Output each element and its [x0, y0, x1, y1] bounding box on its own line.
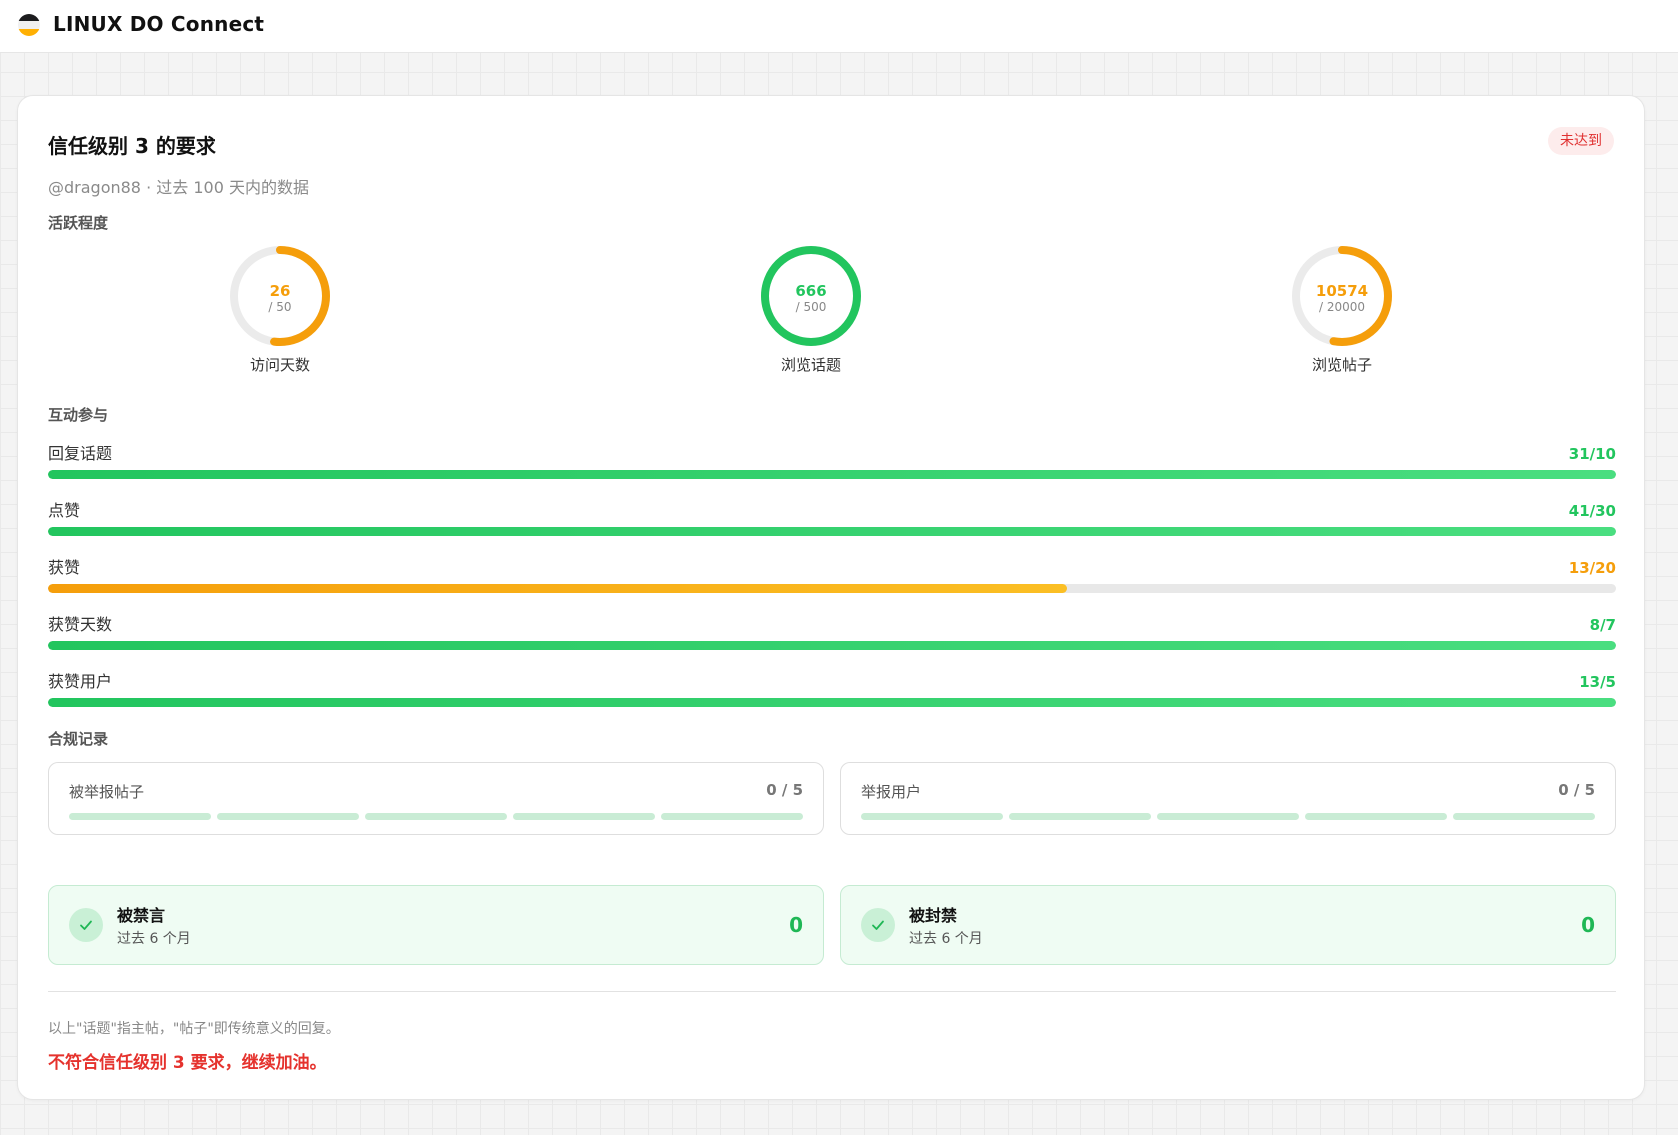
section-label-activity: 活跃程度	[48, 214, 109, 232]
reported-users-box: 举报用户 0 / 5	[840, 762, 1616, 835]
ring-topics-viewed: 666 / 500 浏览话题	[741, 244, 881, 375]
progress-fill	[48, 470, 1616, 479]
progress-likes-given: 点赞 41/30	[48, 497, 1616, 536]
bar-name: 点赞	[48, 501, 81, 520]
ring-max: / 50	[268, 300, 292, 314]
check-icon	[861, 908, 895, 942]
section-label-compliance: 合规记录	[48, 730, 109, 748]
ring-label: 访问天数	[249, 356, 310, 374]
ring-label: 浏览话题	[780, 356, 841, 374]
progress-track	[48, 584, 1616, 593]
segment-bar	[69, 813, 803, 820]
segment	[69, 813, 211, 820]
progress-fill	[48, 641, 1616, 650]
ring-max: / 20000	[1318, 300, 1366, 314]
status-badge: 未达到	[1548, 127, 1614, 155]
silenced-status-box: 被禁言 过去 6 个月 0	[48, 885, 824, 965]
bar-name: 回复话题	[48, 444, 113, 463]
bar-value: 13/5	[1579, 673, 1616, 691]
bar-name: 获赞用户	[48, 672, 113, 691]
section-label-engagement: 互动参与	[48, 406, 109, 424]
status-value: 0	[1581, 913, 1595, 937]
segment	[1157, 813, 1299, 820]
bar-value: 31/10	[1568, 445, 1616, 463]
ring-value: 666	[795, 282, 827, 300]
reported-posts-box: 被举报帖子 0 / 5	[48, 762, 824, 835]
progress-replies: 回复话题 31/10	[48, 440, 1616, 479]
page-title: 信任级别 3 的要求	[48, 134, 216, 158]
segment	[1453, 813, 1595, 820]
ring-posts-viewed: 10574 / 20000 浏览帖子	[1272, 244, 1412, 375]
linux-do-logo-icon[interactable]	[18, 14, 40, 36]
ring-value: 10574	[1315, 282, 1369, 300]
ring-max: / 500	[795, 300, 827, 314]
bar-name: 获赞	[48, 558, 81, 577]
progress-liked-days: 获赞天数 8/7	[48, 611, 1616, 650]
ring-visit-days: 26 / 50 访问天数	[210, 244, 350, 375]
compliance-value: 0 / 5	[766, 781, 803, 799]
ring-value: 26	[269, 282, 291, 300]
check-icon	[69, 908, 103, 942]
page-subtitle: @dragon88 · 过去 100 天内的数据	[48, 178, 309, 197]
status-title: 被封禁	[909, 906, 958, 925]
status-subtitle: 过去 6 个月	[909, 931, 983, 947]
segment	[1009, 813, 1151, 820]
progress-track	[48, 641, 1616, 650]
compliance-name: 被举报帖子	[69, 783, 145, 801]
status-subtitle: 过去 6 个月	[117, 931, 191, 947]
progress-fill	[48, 584, 1068, 593]
progress-track	[48, 527, 1616, 536]
app-title[interactable]: LINUX DO Connect	[53, 12, 264, 36]
segment-bar	[861, 813, 1595, 820]
bar-name: 获赞天数	[48, 615, 113, 634]
footnote: 以上"话题"指主帖，"帖子"即传统意义的回复。	[48, 1021, 340, 1037]
compliance-name: 举报用户	[861, 783, 922, 801]
progress-track	[48, 470, 1616, 479]
suspended-status-box: 被封禁 过去 6 个月 0	[840, 885, 1616, 965]
segment	[217, 813, 359, 820]
segment	[661, 813, 803, 820]
progress-liked-users: 获赞用户 13/5	[48, 668, 1616, 707]
segment	[861, 813, 1003, 820]
progress-track	[48, 698, 1616, 707]
status-value: 0	[789, 913, 803, 937]
segment	[1305, 813, 1447, 820]
ring-label: 浏览帖子	[1311, 356, 1372, 374]
top-bar: LINUX DO Connect	[0, 0, 1678, 53]
bar-value: 13/20	[1568, 559, 1616, 577]
segment	[365, 813, 507, 820]
trust-level-card: 信任级别 3 的要求 未达到 @dragon88 · 过去 100 天内的数据 …	[17, 95, 1645, 1100]
bar-value: 41/30	[1568, 502, 1616, 520]
divider	[48, 991, 1616, 992]
progress-fill	[48, 527, 1616, 536]
status-title: 被禁言	[117, 906, 166, 925]
compliance-value: 0 / 5	[1558, 781, 1595, 799]
progress-likes-received: 获赞 13/20	[48, 554, 1616, 593]
progress-fill	[48, 698, 1616, 707]
verdict-text: 不符合信任级别 3 要求，继续加油。	[48, 1053, 327, 1073]
bar-value: 8/7	[1589, 616, 1616, 634]
segment	[513, 813, 655, 820]
